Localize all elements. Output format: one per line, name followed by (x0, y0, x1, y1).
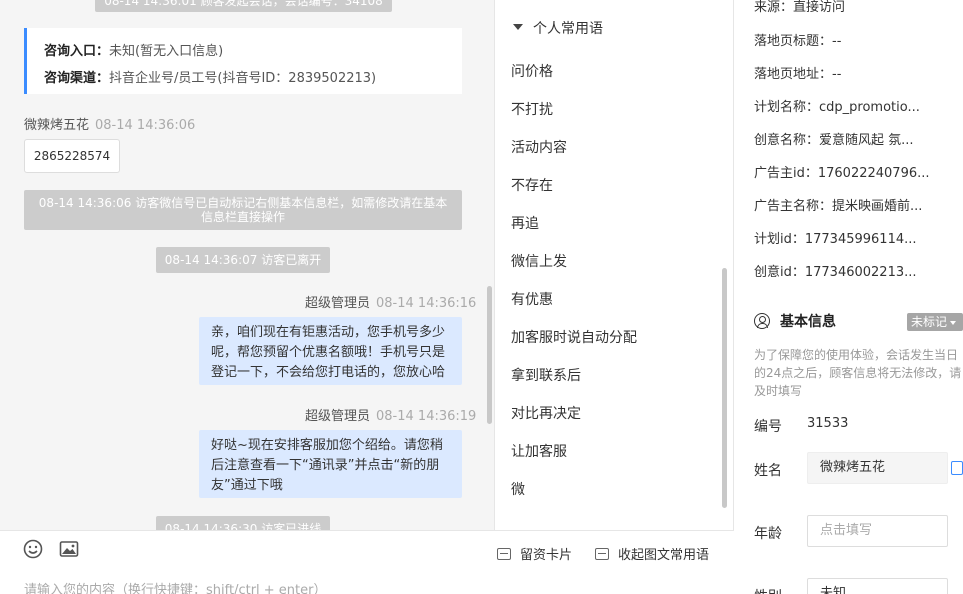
consult-entry-value: 未知(暂无入口信息) (109, 44, 224, 59)
system-message-session-start: 08-14 14:36:01 顾客发起会话，会话编号：34108 (95, 0, 392, 12)
agent-name: 超级管理员 (305, 296, 371, 311)
agent-time: 08-14 14:36:16 (376, 296, 477, 311)
message-composer: 留资卡片 收起图文常用语 请输入您的内容（换行快捷键：shift/ctrl + … (0, 530, 734, 594)
phrase-item[interactable]: 再追 (511, 213, 539, 233)
age-label: 年龄 (754, 526, 782, 542)
age-input[interactable]: 点击填写 (807, 515, 948, 547)
user-icon (754, 313, 770, 329)
agent-sender-2: 超级管理员 08-14 14:36:19 (305, 405, 476, 424)
visitor-time: 08-14 14:36:06 (95, 118, 196, 133)
system-message-wechat-marked: 08-14 14:36:06 访客微信号已自动标记右侧基本信息栏，如需修改请在基… (24, 190, 462, 230)
phrase-item[interactable]: 有优惠 (511, 289, 553, 309)
gender-label: 性别 (754, 586, 782, 594)
phrases-scrollbar[interactable] (722, 268, 727, 508)
name-label: 姓名 (754, 463, 782, 479)
agent-name: 超级管理员 (305, 409, 371, 424)
phrase-item[interactable]: 问价格 (511, 61, 553, 81)
source-field: 来源：直接访问 (754, 0, 846, 15)
edit-notice: 为了保障您的使用体验，会话发生当日的24点之后，顾客信息将无法修改，请及时填写 (754, 348, 962, 398)
phrase-item[interactable]: 加客服时说自动分配 (511, 327, 637, 347)
phrase-item[interactable]: 微 (511, 479, 525, 499)
agent-time: 08-14 14:36:19 (376, 409, 477, 424)
creative-name-field: 创意名称：爱意随风起 氛... (754, 133, 914, 148)
phrase-item[interactable]: 活动内容 (511, 137, 567, 157)
visitor-name: 微辣烤五花 (24, 118, 90, 133)
consult-channel-label: 咨询渠道： (44, 71, 110, 86)
agent-message-2: 好哒~现在安排客服加您个绍给。请您稍后注意查看一下“通讯录”并点击“新的朋友”通… (199, 430, 462, 498)
id-value: 31533 (807, 416, 849, 431)
plan-name-field: 计划名称：cdp_promotio... (754, 100, 920, 115)
system-message-visitor-left: 08-14 14:36:07 访客已离开 (156, 247, 330, 273)
caret-down-icon (950, 320, 957, 325)
system-message-visitor-entered: 08-14 14:36:30 访客已进线 (156, 516, 330, 530)
id-label: 编号 (754, 419, 782, 435)
collapse-phrases-label: 收起图文常用语 (618, 548, 710, 563)
image-icon[interactable] (59, 539, 79, 559)
emoji-icon[interactable] (23, 539, 43, 559)
agent-message-1: 亲，咱们现在有钜惠活动，您手机号多少呢，帮您预留个优惠名额哦！手机号只是登记一下… (199, 317, 462, 385)
phrase-item[interactable]: 微信上发 (511, 251, 567, 271)
creative-id-field: 创意id：177346002213... (754, 265, 917, 280)
gender-select[interactable]: 未知 (807, 578, 948, 594)
phrase-item[interactable]: 不打扰 (511, 99, 553, 119)
consult-entry-row: 咨询入口：未知(暂无入口信息) (44, 38, 445, 65)
copy-icon[interactable] (951, 461, 963, 475)
message-icon (595, 547, 609, 560)
phrase-item[interactable]: 让加客服 (511, 441, 567, 461)
phrase-item[interactable]: 不存在 (511, 175, 553, 195)
consult-channel-value: 抖音企业号/员工号(抖音号ID：2839502213) (109, 71, 377, 86)
phrases-group-title: 个人常用语 (533, 21, 603, 37)
customer-info-panel: 来源：直接访问 落地页标题：-- 落地页地址：-- 计划名称：cdp_promo… (734, 0, 963, 594)
card-icon (497, 547, 511, 560)
tag-dropdown[interactable]: 未标记 (907, 313, 963, 331)
tag-dropdown-label: 未标记 (911, 315, 948, 329)
landing-url-field: 落地页地址：-- (754, 67, 842, 82)
consult-info-card: 咨询入口：未知(暂无入口信息) 咨询渠道：抖音企业号/员工号(抖音号ID：283… (24, 28, 462, 94)
basic-info-title: 基本信息 (780, 314, 836, 330)
advertiser-name-field: 广告主名称：提米映画婚前... (754, 199, 923, 214)
collapse-phrases-button[interactable]: 收起图文常用语 (595, 544, 709, 563)
lead-card-button[interactable]: 留资卡片 (497, 544, 572, 563)
phrase-item[interactable]: 对比再决定 (511, 403, 581, 423)
plan-id-field: 计划id：177345996114... (754, 232, 917, 247)
visitor-sender: 微辣烤五花 08-14 14:36:06 (24, 114, 195, 133)
chat-panel: 08-14 14:36:01 顾客发起会话，会话编号：34108 咨询入口：未知… (0, 0, 494, 530)
consult-entry-label: 咨询入口： (44, 44, 110, 59)
phrase-item[interactable]: 拿到联系后 (511, 365, 581, 385)
phrases-group-header[interactable]: 个人常用语 (513, 18, 603, 38)
visitor-message: 2865228574 (24, 139, 120, 173)
agent-sender-1: 超级管理员 08-14 14:36:16 (305, 292, 476, 311)
message-input[interactable]: 请输入您的内容（换行快捷键：shift/ctrl + enter） (24, 579, 327, 594)
basic-info-header: 基本信息 (754, 311, 836, 331)
caret-down-icon (513, 24, 523, 30)
consult-channel-row: 咨询渠道：抖音企业号/员工号(抖音号ID：2839502213) (44, 65, 445, 92)
phrases-panel: 个人常用语 问价格 不打扰 活动内容 不存在 再追 微信上发 有优惠 加客服时说… (494, 0, 734, 530)
lead-card-label: 留资卡片 (520, 548, 573, 563)
landing-title-field: 落地页标题：-- (754, 34, 842, 49)
chat-scrollbar[interactable] (487, 286, 492, 424)
name-field[interactable]: 微辣烤五花 (807, 452, 948, 484)
advertiser-id-field: 广告主id：176022240796... (754, 166, 930, 181)
